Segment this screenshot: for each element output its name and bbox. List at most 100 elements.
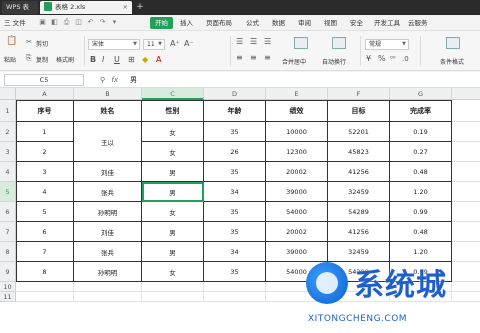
table-cell-d[interactable]: 35 <box>204 122 266 142</box>
table-cell-b[interactable]: 孙明明 <box>74 262 142 282</box>
table-cell-c[interactable]: 女 <box>142 122 204 142</box>
row-header-1[interactable]: 1 <box>0 100 16 122</box>
fill-color-icon[interactable]: ◆ <box>142 55 148 65</box>
menu-view[interactable]: 视图 <box>322 17 339 29</box>
zoom-icon[interactable]: ⚲ <box>100 76 105 84</box>
font-grow-icon[interactable]: A⁺ <box>170 39 180 49</box>
redo-icon[interactable]: ↷ <box>98 18 107 27</box>
column-header-c[interactable]: C <box>142 88 204 100</box>
table-cell-d[interactable]: 34 <box>204 242 266 262</box>
empty-cell[interactable] <box>452 222 480 242</box>
row-header-10[interactable]: 10 <box>0 282 16 292</box>
print-icon[interactable]: ⎙ <box>62 18 71 27</box>
paste-icon[interactable]: 📋 <box>6 36 17 46</box>
column-header-b[interactable]: B <box>74 88 142 100</box>
table-cell-a[interactable]: 7 <box>16 242 74 262</box>
table-cell-b[interactable]: 王以 <box>74 122 142 162</box>
paste-button[interactable]: 粘贴 <box>4 55 16 64</box>
table-cell-a[interactable]: 4 <box>16 182 74 202</box>
table-cell-b[interactable]: 孙明明 <box>74 202 142 222</box>
table-cell-d[interactable]: 26 <box>204 142 266 162</box>
open-icon[interactable]: ◧ <box>50 18 59 27</box>
align-left-icon[interactable]: ≡ <box>236 53 243 63</box>
align-center-icon[interactable]: ≡ <box>250 53 257 63</box>
preview-icon[interactable]: ◫ <box>74 18 83 27</box>
table-cell-a[interactable]: 8 <box>16 262 74 282</box>
merge-center-button[interactable]: 合并居中 <box>282 57 306 66</box>
name-box[interactable]: C5 <box>4 74 84 86</box>
table-cell-b[interactable]: 刘佳 <box>74 162 142 182</box>
italic-icon[interactable]: I <box>102 55 104 65</box>
menu-formulas[interactable]: 公式 <box>244 17 261 29</box>
currency-icon[interactable]: ¥ <box>366 54 371 64</box>
dropdown-icon[interactable]: ▾ <box>110 18 119 27</box>
column-header-d[interactable]: D <box>204 88 266 100</box>
align-right-icon[interactable]: ≡ <box>264 53 271 63</box>
tab-document[interactable]: 表格 2.xls × <box>40 1 132 14</box>
table-header-cell[interactable]: 完成率 <box>390 100 452 122</box>
select-all-corner[interactable] <box>0 88 16 100</box>
menu-data[interactable]: 数据 <box>270 17 287 29</box>
menu-security[interactable]: 安全 <box>348 17 365 29</box>
bold-icon[interactable]: B <box>90 55 96 65</box>
table-cell-d[interactable]: 34 <box>204 182 266 202</box>
table-cell-b[interactable]: 张兵 <box>74 182 142 202</box>
table-cell-c[interactable]: 女 <box>142 262 204 282</box>
table-cell-d[interactable]: 35 <box>204 162 266 182</box>
table-cell-c[interactable]: 男 <box>142 162 204 182</box>
empty-cell[interactable] <box>452 100 480 122</box>
empty-cell[interactable] <box>16 282 74 292</box>
table-cell-g[interactable]: 0.48 <box>390 222 452 242</box>
table-cell-g[interactable]: 0.27 <box>390 142 452 162</box>
empty-cell[interactable] <box>74 292 142 302</box>
table-cell-f[interactable]: 54289 <box>328 202 390 222</box>
align-top-icon[interactable]: ☰ <box>236 37 243 47</box>
cut-icon[interactable]: ✂ <box>26 37 32 47</box>
number-format-select[interactable]: 常规 ▼ <box>365 39 409 50</box>
table-cell-g[interactable]: 1.20 <box>390 182 452 202</box>
conditional-format-button[interactable]: 条件格式 <box>440 57 464 66</box>
empty-cell[interactable] <box>142 282 204 292</box>
menu-page-layout[interactable]: 页面布局 <box>204 17 234 29</box>
decimal-increase-icon[interactable]: ⁰⁰ <box>390 54 396 64</box>
menu-review[interactable]: 审阅 <box>296 17 313 29</box>
table-cell-f[interactable]: 41256 <box>328 162 390 182</box>
menu-insert[interactable]: 插入 <box>178 17 195 29</box>
table-cell-e[interactable]: 20002 <box>266 162 328 182</box>
row-header-7[interactable]: 7 <box>0 222 16 242</box>
copy-button[interactable]: 复制 <box>36 55 48 64</box>
close-tab-icon[interactable]: × <box>123 1 128 14</box>
column-header-f[interactable]: F <box>328 88 390 100</box>
empty-cell[interactable] <box>452 142 480 162</box>
auto-wrap-icon[interactable] <box>332 37 346 49</box>
table-cell-e[interactable]: 12300 <box>266 142 328 162</box>
tab-wps-home[interactable]: WPS 表格 <box>2 1 38 24</box>
file-menu[interactable]: 三 文件 <box>4 17 26 29</box>
row-header-6[interactable]: 6 <box>0 202 16 222</box>
underline-icon[interactable]: U <box>114 55 120 65</box>
row-header-9[interactable]: 9 <box>0 262 16 282</box>
table-cell-f[interactable]: 52201 <box>328 122 390 142</box>
table-cell-a[interactable]: 1 <box>16 122 74 142</box>
column-header-e[interactable]: E <box>266 88 328 100</box>
align-bottom-icon[interactable]: ☰ <box>264 37 271 47</box>
table-header-cell[interactable]: 姓名 <box>74 100 142 122</box>
column-header-a[interactable]: A <box>16 88 74 100</box>
empty-cell[interactable] <box>204 292 266 302</box>
table-cell-c[interactable]: 女 <box>142 202 204 222</box>
table-header-cell[interactable]: 年龄 <box>204 100 266 122</box>
decimal-decrease-icon[interactable]: .0 <box>402 54 409 64</box>
empty-cell[interactable] <box>74 282 142 292</box>
font-color-icon[interactable]: A <box>156 55 161 65</box>
table-cell-g[interactable]: 0.48 <box>390 162 452 182</box>
table-cell-a[interactable]: 6 <box>16 222 74 242</box>
table-cell-e[interactable]: 10000 <box>266 122 328 142</box>
font-shrink-icon[interactable]: A⁻ <box>184 39 194 49</box>
table-header-cell[interactable]: 序号 <box>16 100 74 122</box>
table-cell-d[interactable]: 35 <box>204 222 266 242</box>
table-cell-e[interactable]: 54000 <box>266 202 328 222</box>
table-cell-e[interactable]: 20002 <box>266 222 328 242</box>
save-icon[interactable]: ▣ <box>38 18 47 27</box>
empty-cell[interactable] <box>16 292 74 302</box>
table-cell-f[interactable]: 45823 <box>328 142 390 162</box>
